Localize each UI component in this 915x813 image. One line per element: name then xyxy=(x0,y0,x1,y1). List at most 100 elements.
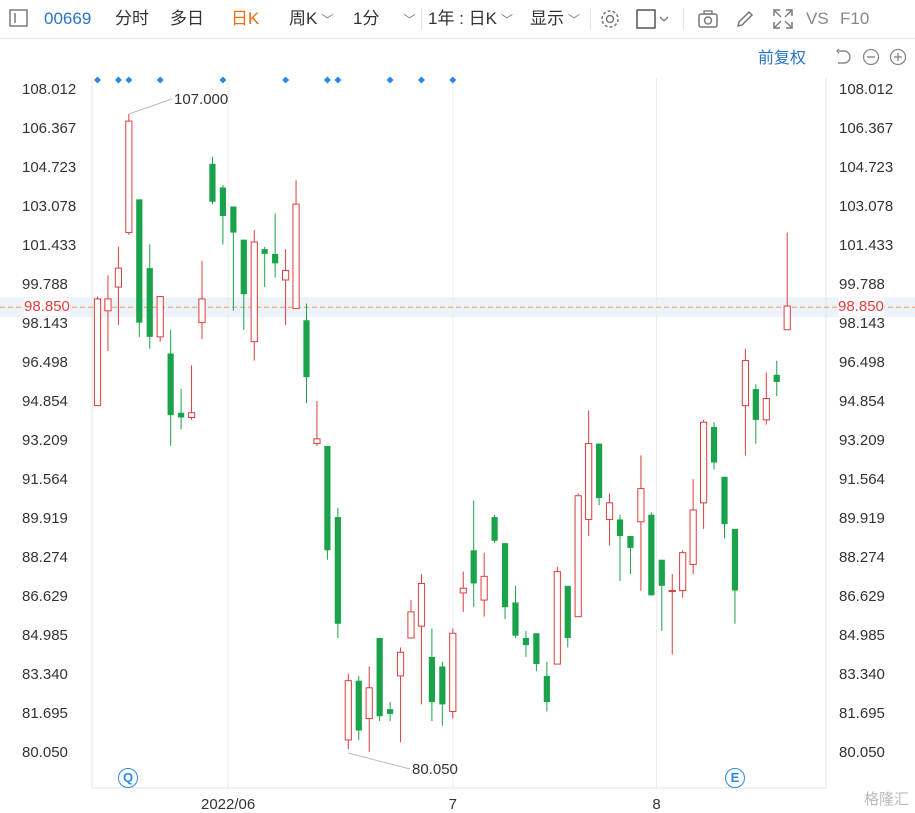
y-tick-label-right: 99.788 xyxy=(839,275,885,293)
y-tick-label-left: 80.050 xyxy=(22,744,68,761)
candles xyxy=(93,113,791,752)
candle-body xyxy=(658,559,665,586)
candle-body xyxy=(178,412,185,418)
event-markers xyxy=(94,76,457,84)
candle-body xyxy=(156,296,164,338)
current-price-label-left: 98.850 xyxy=(24,298,70,317)
y-tick-label-left: 83.340 xyxy=(22,665,68,683)
y-tick-label-right: 96.498 xyxy=(839,354,885,371)
candle xyxy=(616,514,624,582)
y-tick-label-right: 93.209 xyxy=(839,431,885,449)
y-tick-label-left: 81.695 xyxy=(22,704,68,722)
candle-body xyxy=(512,602,519,636)
y-tick-label-right: 83.340 xyxy=(839,665,885,683)
candle-body xyxy=(355,680,362,731)
event-badge-q[interactable]: Q xyxy=(118,768,138,788)
event-marker-diamond xyxy=(449,76,457,84)
candle-body xyxy=(574,495,582,618)
candle xyxy=(125,113,133,235)
candle xyxy=(313,400,321,446)
candle xyxy=(156,296,164,342)
y-tick-label-left: 86.629 xyxy=(22,588,68,605)
candle xyxy=(136,199,143,337)
candle xyxy=(700,419,708,529)
candle xyxy=(491,514,498,544)
event-marker-diamond xyxy=(125,76,133,84)
candle-body xyxy=(93,298,102,407)
event-marker-diamond xyxy=(282,76,290,84)
candle xyxy=(773,360,780,397)
candle-body xyxy=(616,519,624,537)
y-tick-label-left: 91.564 xyxy=(22,470,68,488)
candle xyxy=(146,244,153,349)
candle xyxy=(596,443,603,506)
candle xyxy=(658,559,665,631)
x-tick-label: 8 xyxy=(652,796,661,813)
candle xyxy=(93,296,102,407)
candle xyxy=(470,500,477,608)
candle-body xyxy=(396,651,405,677)
candle xyxy=(439,661,446,726)
candle xyxy=(585,410,593,537)
candle-body xyxy=(324,445,331,551)
candle-body xyxy=(198,298,206,324)
candle-body xyxy=(773,374,780,382)
candle xyxy=(574,493,582,618)
candle-body xyxy=(272,253,279,264)
candle-body xyxy=(491,517,498,541)
y-tick-label-right: 103.078 xyxy=(839,197,894,215)
y-tick-label-left: 96.498 xyxy=(22,354,68,371)
candle xyxy=(648,512,655,596)
event-marker-diamond xyxy=(334,76,342,84)
candle xyxy=(637,455,645,591)
candle-body xyxy=(104,298,112,312)
candle-body xyxy=(344,680,352,741)
candle xyxy=(564,585,571,648)
event-badge-e[interactable]: E xyxy=(725,768,745,788)
candlestick-chart[interactable]: 107.000 80.050 xyxy=(0,0,915,813)
y-tick-label-left: 104.723 xyxy=(22,158,77,176)
high-annotation-leader xyxy=(128,98,173,115)
annotations: 107.000 80.050 xyxy=(128,91,458,778)
high-annotation: 107.000 xyxy=(174,91,228,108)
candle xyxy=(261,246,268,288)
candle-body xyxy=(146,268,153,337)
candle-body xyxy=(783,305,791,331)
candle-body xyxy=(209,163,216,202)
candle-body xyxy=(449,632,457,713)
candle-body xyxy=(407,611,415,639)
y-tick-label-right: 89.919 xyxy=(839,509,885,527)
candle-body xyxy=(303,320,310,378)
y-tick-label-right: 80.050 xyxy=(839,744,885,761)
candle xyxy=(344,673,352,750)
candle-body xyxy=(627,536,634,548)
candle xyxy=(417,573,426,705)
candle-body xyxy=(187,412,196,418)
candle xyxy=(187,365,196,420)
candle-body xyxy=(741,360,749,407)
event-marker-diamond xyxy=(156,76,164,84)
candle-body xyxy=(637,488,645,523)
candle-body xyxy=(292,203,300,309)
candle-body xyxy=(700,421,708,504)
candle-body xyxy=(605,502,614,520)
candle xyxy=(167,329,174,446)
candle-body xyxy=(553,571,561,665)
candle-body xyxy=(313,438,321,445)
candle xyxy=(407,600,415,639)
candle-body xyxy=(596,443,603,499)
candle-body xyxy=(167,353,174,416)
y-tick-label-right: 81.695 xyxy=(839,704,885,722)
event-marker-diamond xyxy=(114,76,122,84)
y-tick-label-left: 98.143 xyxy=(22,315,68,332)
candle xyxy=(355,675,362,740)
candle xyxy=(272,213,279,278)
candle-body xyxy=(250,241,258,343)
candle-body xyxy=(114,267,123,288)
candle xyxy=(198,261,206,340)
candle xyxy=(303,303,310,404)
candle xyxy=(396,647,405,743)
candle xyxy=(553,566,561,665)
candle-body xyxy=(428,656,435,703)
y-tick-label-right: 94.854 xyxy=(839,392,885,410)
